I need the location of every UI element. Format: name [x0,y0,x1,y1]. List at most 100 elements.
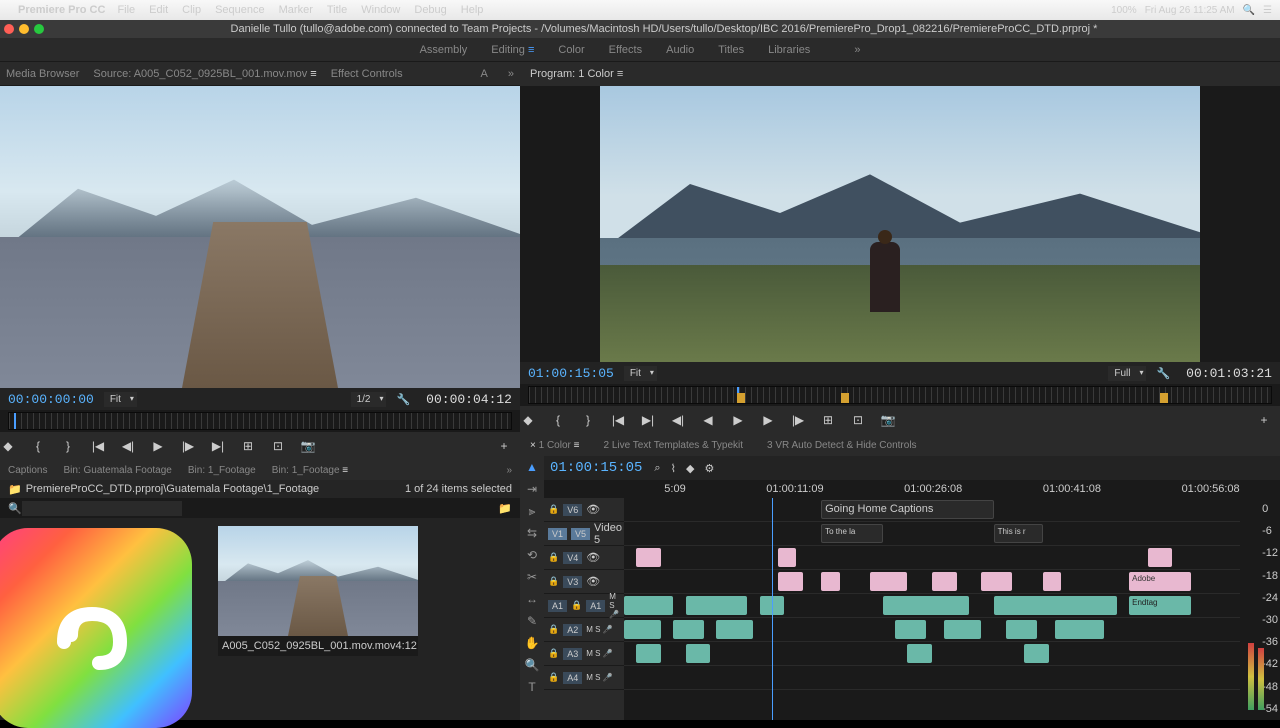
maximize-icon[interactable] [34,24,44,34]
timeline-tc[interactable]: 01:00:15:05 [550,460,642,476]
goto-out-icon[interactable]: ▶| [210,439,226,453]
step-fwd-icon[interactable]: |▶ [180,439,196,453]
tab-effect-controls[interactable]: Effect Controls [331,68,403,80]
track-a1[interactable]: A1🔒A1M S 🎤 [544,594,624,618]
wrench-icon[interactable]: 🔧 [1156,367,1170,380]
source-res-select[interactable]: 1/2 [351,392,387,407]
project-search-input[interactable] [22,501,182,516]
seq-tab-2[interactable]: 2 Live Text Templates & Typekit [604,440,744,451]
tab-bin-footage-1[interactable]: Bin: 1_Footage [188,465,256,476]
export-frame-icon[interactable]: 📷 [300,439,316,453]
menu-title[interactable]: Title [327,4,347,16]
step-fwd-icon[interactable]: |▶ [790,413,806,427]
track-a2[interactable]: 🔒A2M S 🎤 [544,618,624,642]
export-frame-icon[interactable]: 📷 [880,413,896,427]
razor-tool-icon[interactable]: ✂ [524,570,540,586]
source-zoom-select[interactable]: Fit [104,392,137,407]
lift-icon[interactable]: ⊞ [820,413,836,427]
tab-source[interactable]: Source: A005_C052_0925BL_001.mov.mov ≡ [93,68,316,80]
endtag-clip[interactable]: Endtag [1129,596,1191,615]
ws-color[interactable]: Color [558,44,584,56]
add-button-icon[interactable]: + [1256,413,1272,427]
track-a4[interactable]: 🔒A4M S 🎤 [544,666,624,690]
caption-text-2[interactable]: This is r [994,524,1043,543]
step-back-icon[interactable]: ◀| [670,413,686,427]
menu-marker[interactable]: Marker [279,4,313,16]
rolling-tool-icon[interactable]: ⇆ [524,526,540,542]
timeline-content[interactable]: Going Home Captions To the la This is r [624,498,1240,720]
prev-frame-icon[interactable]: ◀ [700,413,716,427]
search-icon[interactable]: 🔍 [1243,5,1255,16]
wrench-icon[interactable]: 🔧 [396,393,410,406]
hand-tool-icon[interactable]: ✋ [524,636,540,652]
ws-titles[interactable]: Titles [718,44,744,56]
menu-clip[interactable]: Clip [182,4,201,16]
close-icon[interactable] [4,24,14,34]
tab-bin-footage-2[interactable]: Bin: 1_Footage ≡ [272,465,348,476]
link-icon[interactable]: ⌇ [671,462,676,475]
source-overflow-icon[interactable]: » [508,68,514,80]
timeline-ruler[interactable]: 5:09 01:00:11:09 01:00:26:08 01:00:41:08… [544,480,1280,498]
marker-add-icon[interactable]: ◆ [686,462,694,475]
source-video[interactable] [0,86,520,388]
goto-in-icon[interactable]: |◀ [90,439,106,453]
ws-libraries[interactable]: Libraries [768,44,810,56]
menu-help[interactable]: Help [461,4,484,16]
ws-effects[interactable]: Effects [609,44,642,56]
tab-media-browser[interactable]: Media Browser [6,68,79,80]
type-tool-icon[interactable]: T [524,680,540,696]
program-video[interactable] [600,86,1200,362]
ripple-tool-icon[interactable]: ⫸ [524,504,540,520]
step-back-icon[interactable]: ◀| [120,439,136,453]
track-v6[interactable]: 🔒V6👁 [544,498,624,522]
insert-icon[interactable]: ⊞ [240,439,256,453]
app-name[interactable]: Premiere Pro CC [18,4,105,16]
goto-out-icon[interactable]: ▶| [640,413,656,427]
mark-in-icon[interactable]: { [550,413,566,427]
track-select-icon[interactable]: ⇥ [524,482,540,498]
track-v4[interactable]: 🔒V4👁 [544,546,624,570]
track-a3[interactable]: 🔒A3M S 🎤 [544,642,624,666]
ws-editing[interactable]: Editing ≡ [491,44,534,56]
mark-out-icon[interactable]: } [60,439,76,453]
source-tc-in[interactable]: 00:00:00:00 [8,392,94,407]
program-tc-in[interactable]: 01:00:15:05 [528,366,614,381]
menu-file[interactable]: File [117,4,135,16]
source-tab-extra[interactable]: A [481,68,488,80]
seq-tab-1[interactable]: × 1 Color ≡ [530,440,580,451]
tab-captions[interactable]: Captions [8,465,47,476]
zoom-tool-icon[interactable]: 🔍 [524,658,540,674]
tab-bin-guatemala[interactable]: Bin: Guatemala Footage [63,465,171,476]
menu-icon[interactable]: ☰ [1263,5,1272,16]
rate-tool-icon[interactable]: ⟲ [524,548,540,564]
extract-icon[interactable]: ⊡ [850,413,866,427]
seq-tab-3[interactable]: 3 VR Auto Detect & Hide Controls [767,440,917,451]
search-icon[interactable]: 🔍 [8,502,22,515]
overwrite-icon[interactable]: ⊡ [270,439,286,453]
source-scrubber[interactable] [8,412,512,430]
add-button-icon[interactable]: + [496,439,512,453]
track-v3[interactable]: 🔒V3👁 [544,570,624,594]
mark-out-icon[interactable]: } [580,413,596,427]
program-title[interactable]: Program: 1 Color ≡ [530,68,623,80]
menu-debug[interactable]: Debug [414,4,446,16]
caption-clip[interactable]: Going Home Captions [825,503,933,515]
play-icon[interactable]: ▶ [150,439,166,453]
settings-icon[interactable]: ⚙ [704,462,714,475]
next-frame-icon[interactable]: ▶ [760,413,776,427]
play-icon[interactable]: ▶ [730,413,746,427]
program-zoom-select[interactable]: Fit [624,366,657,381]
adobe-clip[interactable]: Adobe [1129,572,1191,591]
goto-in-icon[interactable]: |◀ [610,413,626,427]
clip-thumbnail[interactable]: A005_C052_0925BL_001.mov.mov4:12 [218,526,418,656]
ws-overflow-icon[interactable]: » [854,44,860,56]
pen-tool-icon[interactable]: ✎ [524,614,540,630]
caption-text-1[interactable]: To the la [821,524,883,543]
mark-in-icon[interactable]: { [30,439,46,453]
selection-tool-icon[interactable]: ▲ [524,460,540,476]
menu-sequence[interactable]: Sequence [215,4,265,16]
marker-in-icon[interactable]: ◆ [0,439,16,453]
menu-window[interactable]: Window [361,4,400,16]
minimize-icon[interactable] [19,24,29,34]
track-v5[interactable]: V1V5Video 5 [544,522,624,546]
